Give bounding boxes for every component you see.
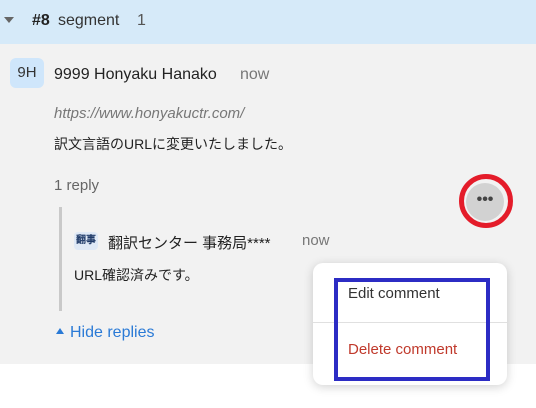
reply-avatar: 翻事 [74, 232, 98, 250]
hide-replies-link[interactable]: Hide replies [56, 324, 154, 342]
highlight-ring [459, 174, 513, 228]
caret-up-icon [56, 328, 64, 335]
segment-label: segment [58, 12, 120, 29]
collapse-caret-icon[interactable] [4, 17, 14, 23]
comment-timestamp: now [240, 66, 270, 83]
comment-author: 9999 Honyaku Hanako [54, 66, 217, 83]
comment-body: 訳文言語のURLに変更いたしました。 [54, 136, 293, 152]
segment-comment-count: 1 [137, 12, 146, 29]
reply-author: 翻訳センター 事務局**** [108, 235, 271, 252]
hide-replies-label: Hide replies [70, 324, 155, 341]
reply-timestamp: now [302, 232, 330, 249]
reply-body: URL確認済みです。 [74, 267, 199, 283]
avatar: 9H [10, 58, 44, 88]
segment-header[interactable]: #8 segment 1 [0, 0, 536, 44]
reply-indent-bar [59, 207, 62, 311]
comment-url: https://www.honyakuctr.com/ [54, 105, 245, 122]
highlight-box [334, 278, 490, 381]
segment-number: #8 [32, 12, 50, 29]
reply-count: 1 reply [54, 177, 100, 194]
